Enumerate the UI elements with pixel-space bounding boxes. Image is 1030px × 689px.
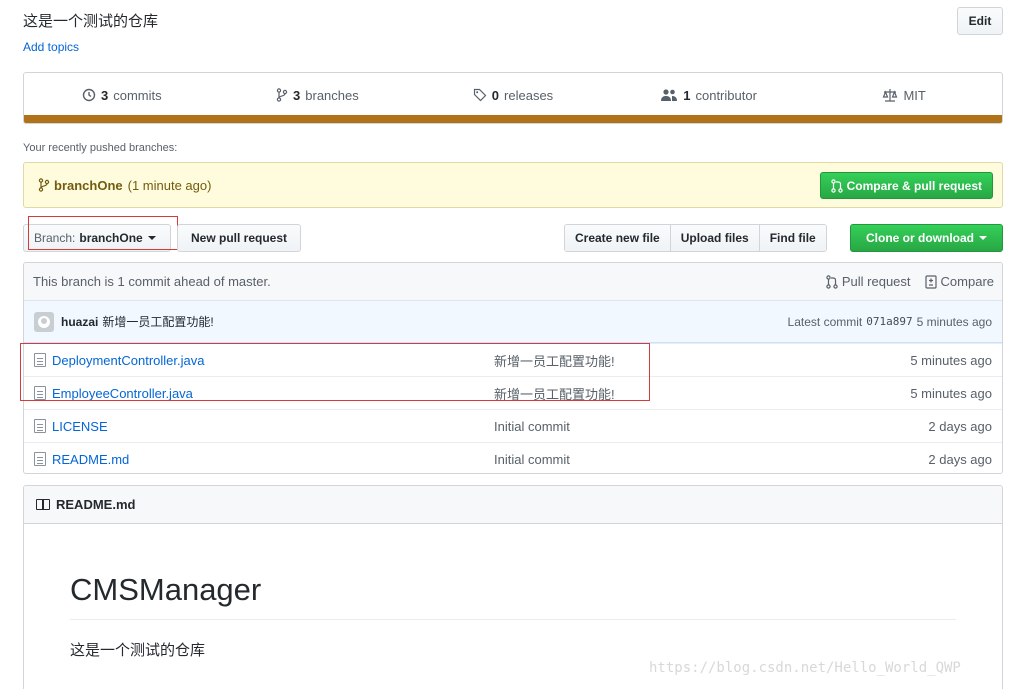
file-icon xyxy=(34,419,46,433)
compare-link[interactable]: Compare xyxy=(924,274,994,289)
history-icon xyxy=(82,88,96,102)
contributors-link[interactable]: 1 contributor xyxy=(611,88,807,103)
releases-link[interactable]: 0 releases xyxy=(415,88,611,103)
commit-sha[interactable]: 071a897 xyxy=(866,315,912,328)
latest-commit-bar: huazai 新增一员工配置功能! Latest commit 071a897 … xyxy=(24,301,1002,343)
contributors-count: 1 xyxy=(683,87,691,103)
file-age: 5 minutes ago xyxy=(910,352,992,368)
file-name-link[interactable]: README.md xyxy=(52,452,494,467)
commits-count: 3 xyxy=(100,87,109,103)
recent-branch-banner: branchOne (1 minute ago) Compare & pull … xyxy=(23,162,1003,208)
recent-branches-label: Your recently pushed branches: xyxy=(23,142,178,154)
file-row: README.md Initial commit 2 days ago xyxy=(24,442,1002,473)
clone-download-label: Clone or download xyxy=(866,231,974,245)
commits-link[interactable]: 3 commits xyxy=(24,88,220,103)
book-icon xyxy=(36,499,50,510)
compare-label: Compare xyxy=(940,274,994,289)
recent-branch-name[interactable]: branchOne xyxy=(54,178,123,193)
branches-count: 3 xyxy=(293,87,301,103)
create-new-file-button[interactable]: Create new file xyxy=(565,225,671,251)
recent-branch-time: (1 minute ago) xyxy=(127,177,212,193)
chevron-down-icon xyxy=(979,236,987,240)
file-actions-group: Create new file Upload files Find file xyxy=(564,224,827,252)
git-branch-icon xyxy=(276,88,288,102)
file-commit-message[interactable]: Initial commit xyxy=(494,452,570,467)
commits-label: commits xyxy=(113,87,162,103)
readme-divider xyxy=(70,619,956,620)
license-label: MIT xyxy=(903,87,926,103)
commit-author[interactable]: huazai xyxy=(61,315,98,329)
readme-title: CMSManager xyxy=(70,572,262,607)
releases-count: 0 xyxy=(491,87,500,103)
diff-icon xyxy=(924,274,937,289)
compare-pull-request-label: Compare & pull request xyxy=(846,178,982,193)
file-age: 2 days ago xyxy=(928,451,992,467)
git-branch-icon xyxy=(38,178,50,192)
avatar[interactable] xyxy=(34,311,54,332)
annotation-box xyxy=(20,343,650,401)
license-link[interactable]: MIT xyxy=(806,88,1002,103)
readme-text: 这是一个测试的仓库 xyxy=(70,642,206,659)
add-topics-link[interactable]: Add topics xyxy=(23,40,79,54)
pull-request-link[interactable]: Pull request xyxy=(826,274,911,289)
commit-age: 5 minutes ago xyxy=(916,314,992,329)
new-pull-request-button[interactable]: New pull request xyxy=(177,224,301,252)
repo-description: 这是一个测试的仓库 xyxy=(23,13,159,30)
contributors-label: contributor xyxy=(695,87,757,103)
annotation-box xyxy=(28,216,178,250)
pull-request-icon xyxy=(830,178,843,193)
law-icon xyxy=(883,89,898,102)
watermark: https://blog.csdn.net/Hello_World_QWP xyxy=(649,660,961,676)
file-name-link[interactable]: LICENSE xyxy=(52,419,494,434)
readme-header-label: README.md xyxy=(56,497,136,512)
file-icon xyxy=(34,452,46,466)
github-mark-icon xyxy=(38,315,50,328)
clone-download-button[interactable]: Clone or download xyxy=(850,224,1003,252)
readme-header: README.md xyxy=(24,486,1002,524)
readme-panel: README.md CMSManager 这是一个测试的仓库 xyxy=(23,485,1003,689)
file-age: 2 days ago xyxy=(928,418,992,434)
edit-button[interactable]: Edit xyxy=(957,7,1003,35)
file-age: 5 minutes ago xyxy=(910,385,992,401)
tag-icon xyxy=(473,88,487,102)
upload-files-button[interactable]: Upload files xyxy=(670,225,760,251)
compare-pull-request-button[interactable]: Compare & pull request xyxy=(819,172,993,199)
branch-ahead-text: This branch is 1 commit ahead of master. xyxy=(33,274,271,289)
commit-message[interactable]: 新增一员工配置功能! xyxy=(102,313,213,330)
releases-label: releases xyxy=(504,87,554,103)
latest-commit-prefix: Latest commit xyxy=(787,314,863,329)
pull-request-icon xyxy=(826,274,838,289)
file-commit-message[interactable]: Initial commit xyxy=(494,419,570,434)
find-file-button[interactable]: Find file xyxy=(759,225,826,251)
repo-summary: 3 commits 3 branches 0 releases 1 contri… xyxy=(23,72,1003,124)
branch-status-bar: This branch is 1 commit ahead of master.… xyxy=(24,263,1002,301)
branches-label: branches xyxy=(305,87,359,103)
branches-link[interactable]: 3 branches xyxy=(220,88,416,103)
people-icon xyxy=(661,89,678,101)
pull-request-label: Pull request xyxy=(841,274,911,289)
language-bar xyxy=(24,115,1002,123)
file-row: LICENSE Initial commit 2 days ago xyxy=(24,409,1002,442)
